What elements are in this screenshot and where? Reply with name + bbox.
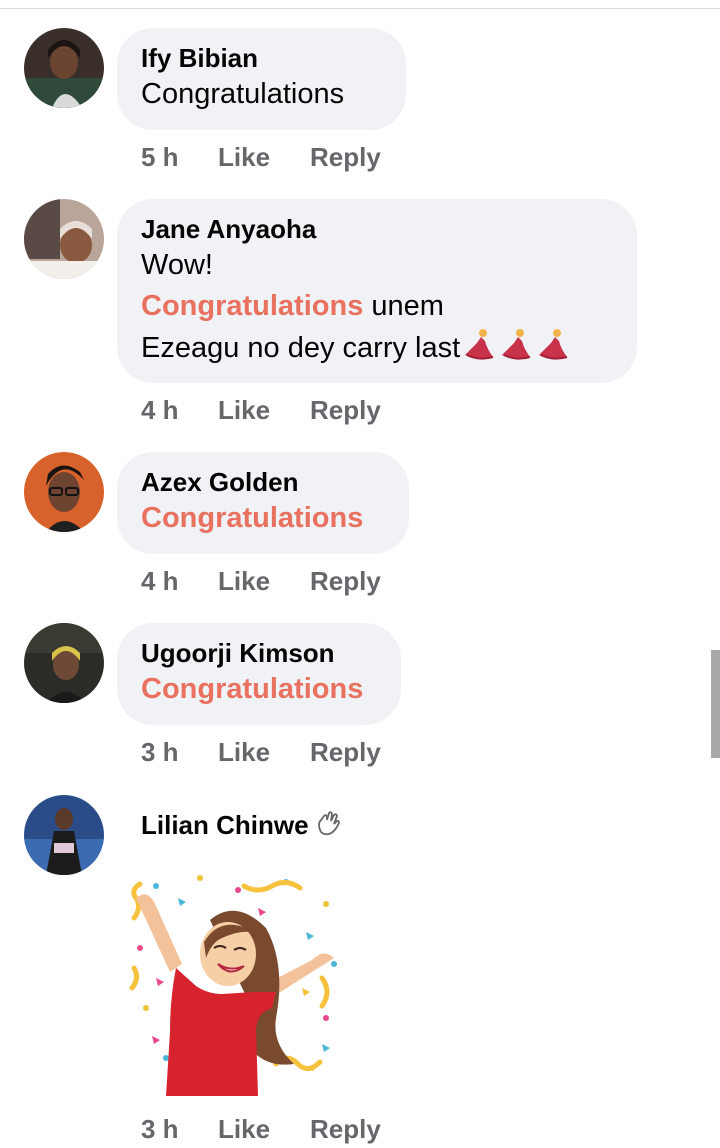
wave-icon (315, 810, 341, 843)
like-button[interactable]: Like (218, 566, 270, 597)
timestamp[interactable]: 5 h (141, 142, 179, 173)
reply-button[interactable]: Reply (310, 1114, 381, 1145)
comment-bubble: Azex Golden Congratulations (117, 452, 409, 554)
dancer-icon (498, 327, 534, 373)
commenter-name[interactable]: Ugoorji Kimson (141, 637, 377, 669)
comment-text-rest: unem (363, 290, 444, 322)
reply-button[interactable]: Reply (310, 395, 381, 426)
scrollbar-thumb[interactable] (711, 650, 720, 758)
dancer-icon (461, 327, 497, 373)
avatar[interactable] (24, 452, 104, 532)
commenter-name[interactable]: Lilian Chinwe (141, 809, 341, 843)
commenter-name[interactable]: Jane Anyaoha (141, 213, 613, 245)
comment-text-line: Wow! (141, 249, 213, 281)
comment-text-line: Ezeagu no dey carry last (141, 327, 613, 373)
commenter-name[interactable]: Ify Bibian (141, 42, 382, 74)
comment-text-line: Congratulations unem (141, 286, 613, 327)
like-button[interactable]: Like (218, 737, 270, 768)
like-button[interactable]: Like (218, 395, 270, 426)
like-button[interactable]: Like (218, 142, 270, 173)
dancer-icon (535, 327, 571, 373)
avatar[interactable] (24, 28, 104, 108)
comment-text-rest: Ezeagu no dey carry last (141, 332, 461, 364)
timestamp[interactable]: 4 h (141, 566, 179, 597)
reply-button[interactable]: Reply (310, 566, 381, 597)
timestamp[interactable]: 3 h (141, 1114, 179, 1145)
commenter-name[interactable]: Azex Golden (141, 466, 385, 498)
avatar[interactable] (24, 199, 104, 279)
comment-bubble: Ify Bibian Congratulations (117, 28, 406, 130)
comment-text: Congratulations (141, 78, 345, 110)
avatar[interactable] (24, 795, 104, 875)
highlighted-word[interactable]: Congratulations (141, 290, 363, 322)
highlighted-word[interactable]: Congratulations (141, 498, 385, 539)
commenter-name-text[interactable]: Lilian Chinwe (141, 810, 309, 840)
timestamp[interactable]: 3 h (141, 737, 179, 768)
avatar[interactable] (24, 623, 104, 703)
reply-button[interactable]: Reply (310, 737, 381, 768)
comment-bubble: Jane Anyaoha Wow! Congratulations unem E… (117, 199, 637, 383)
highlighted-word[interactable]: Congratulations (141, 669, 377, 710)
top-divider (0, 8, 720, 9)
comment-bubble: Ugoorji Kimson Congratulations (117, 623, 401, 725)
celebration-sticker[interactable] (126, 868, 348, 1096)
like-button[interactable]: Like (218, 1114, 270, 1145)
reply-button[interactable]: Reply (310, 142, 381, 173)
timestamp[interactable]: 4 h (141, 395, 179, 426)
